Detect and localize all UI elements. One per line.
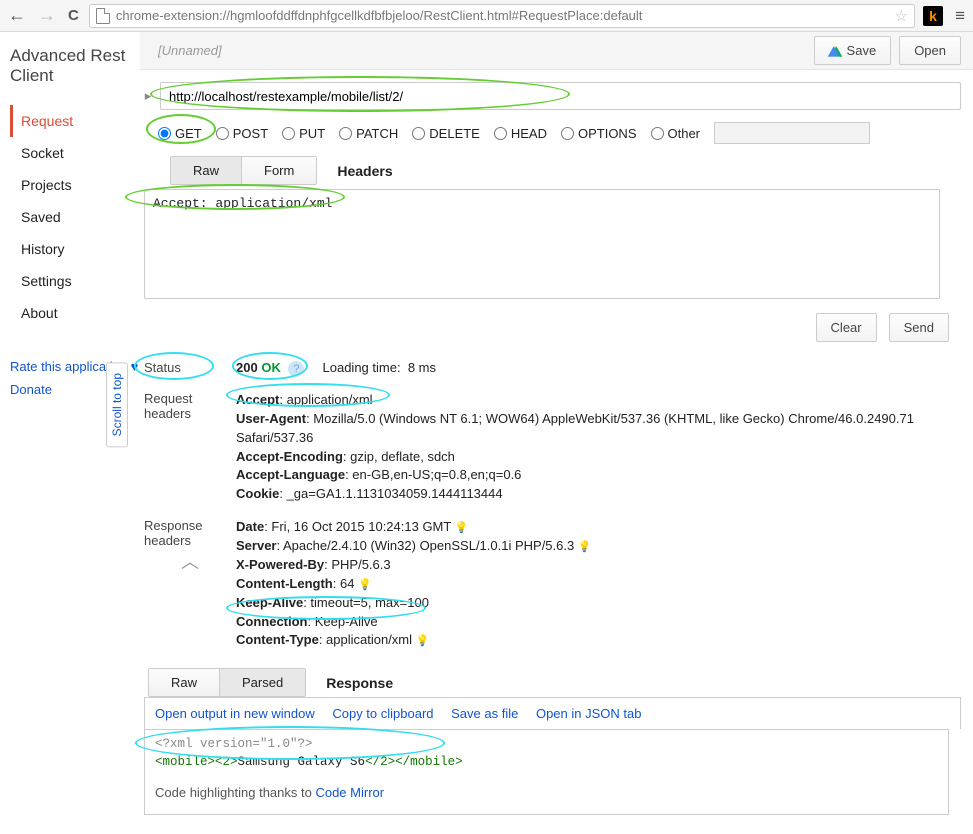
headers-tabset: Raw Form xyxy=(170,156,317,185)
tab-raw[interactable]: Raw xyxy=(171,157,242,184)
response-tabset: Raw Parsed xyxy=(148,668,306,697)
response-links: Open output in new window Copy to clipbo… xyxy=(144,697,961,729)
link-save-file[interactable]: Save as file xyxy=(451,706,518,721)
sidebar-item-saved[interactable]: Saved xyxy=(10,201,140,233)
sidebar-item-request[interactable]: Request xyxy=(10,105,140,137)
topbar: [Unnamed] Save Open xyxy=(140,32,973,70)
hint-icon[interactable]: 💡 xyxy=(358,579,372,591)
method-post[interactable]: POST xyxy=(216,126,268,141)
method-head[interactable]: HEAD xyxy=(494,126,547,141)
back-icon[interactable]: ← xyxy=(6,5,28,26)
response-headers-label: Response headers xyxy=(144,518,236,548)
send-button[interactable]: Send xyxy=(889,313,949,342)
save-button[interactable]: Save xyxy=(814,36,892,65)
method-other[interactable]: Other xyxy=(651,126,701,141)
headers-label: Headers xyxy=(337,163,392,179)
page-icon xyxy=(96,8,110,24)
headers-textarea[interactable]: Accept: application/xml xyxy=(144,189,940,299)
request-headers-list: Accept: application/xmlUser-Agent: Mozil… xyxy=(236,391,961,504)
link-open-json[interactable]: Open in JSON tab xyxy=(536,706,642,721)
method-other-input[interactable] xyxy=(714,122,870,144)
sidebar-item-settings[interactable]: Settings xyxy=(10,265,140,297)
request-name-input[interactable]: [Unnamed] xyxy=(152,43,806,58)
expand-url-icon[interactable]: ▸ xyxy=(140,84,156,108)
forward-icon[interactable]: → xyxy=(36,5,58,26)
method-patch[interactable]: PATCH xyxy=(339,126,398,141)
method-options[interactable]: OPTIONS xyxy=(561,126,637,141)
link-copy-clipboard[interactable]: Copy to clipboard xyxy=(332,706,433,721)
resp-tab-parsed[interactable]: Parsed xyxy=(220,669,305,696)
status-code: 200 xyxy=(236,360,258,375)
sidebar-item-about[interactable]: About xyxy=(10,297,140,329)
bookmark-star-icon[interactable]: ☆ xyxy=(895,7,908,25)
sidebar-item-projects[interactable]: Projects xyxy=(10,169,140,201)
gdrive-icon xyxy=(829,46,841,56)
response-headers-list: Date: Fri, 16 Oct 2015 10:24:13 GMT 💡Ser… xyxy=(236,518,961,650)
status-text: OK xyxy=(261,360,281,375)
resp-tab-raw[interactable]: Raw xyxy=(149,669,220,696)
loading-time-value: 8 ms xyxy=(408,360,436,375)
reload-icon[interactable]: C xyxy=(66,7,81,24)
browser-toolbar: ← → C chrome-extension://hgmloofddffdnph… xyxy=(0,0,973,32)
scroll-to-top-button[interactable]: Scroll to top xyxy=(106,362,128,447)
http-methods: GET POST PUT PATCH DELETE HEAD OPTIONS O… xyxy=(158,122,961,144)
sidebar-item-history[interactable]: History xyxy=(10,233,140,265)
method-put[interactable]: PUT xyxy=(282,126,325,141)
response-label: Response xyxy=(326,675,393,691)
xml-text-content: Samsung Galaxy S6 xyxy=(238,755,366,769)
xml-declaration: <?xml version="1.0"?> xyxy=(155,737,313,751)
url-input[interactable] xyxy=(160,82,961,110)
app-title: Advanced Rest Client xyxy=(10,46,140,87)
collapse-chevron-icon[interactable]: ︿ xyxy=(144,548,236,574)
chrome-menu-icon[interactable]: ≡ xyxy=(951,6,967,26)
loading-time-label: Loading time: xyxy=(323,360,401,375)
sidebar-item-socket[interactable]: Socket xyxy=(10,137,140,169)
response-body: <?xml version="1.0"?> <mobile><2>Samsung… xyxy=(144,729,949,815)
clear-button[interactable]: Clear xyxy=(816,313,877,342)
hint-icon[interactable]: 💡 xyxy=(578,541,592,553)
request-headers-label: Request headers xyxy=(144,391,236,504)
link-open-output[interactable]: Open output in new window xyxy=(155,706,315,721)
hint-icon[interactable]: 💡 xyxy=(455,522,469,534)
omnibox[interactable]: chrome-extension://hgmloofddffdnphfgcell… xyxy=(89,4,915,28)
method-delete[interactable]: DELETE xyxy=(412,126,480,141)
credit-line: Code highlighting thanks to Code Mirror xyxy=(155,785,938,800)
extension-icon[interactable]: k xyxy=(923,6,943,26)
codemirror-link[interactable]: Code Mirror xyxy=(315,785,384,800)
open-button[interactable]: Open xyxy=(899,36,961,65)
omnibox-text: chrome-extension://hgmloofddffdnphfgcell… xyxy=(116,8,889,23)
status-label: Status xyxy=(144,360,236,377)
status-help-icon[interactable]: ? xyxy=(288,361,304,377)
method-get[interactable]: GET xyxy=(158,126,202,141)
main: Scroll to top [Unnamed] Save Open ▸ GET … xyxy=(140,32,973,815)
tab-form[interactable]: Form xyxy=(242,157,316,184)
hint-icon[interactable]: 💡 xyxy=(416,635,430,647)
